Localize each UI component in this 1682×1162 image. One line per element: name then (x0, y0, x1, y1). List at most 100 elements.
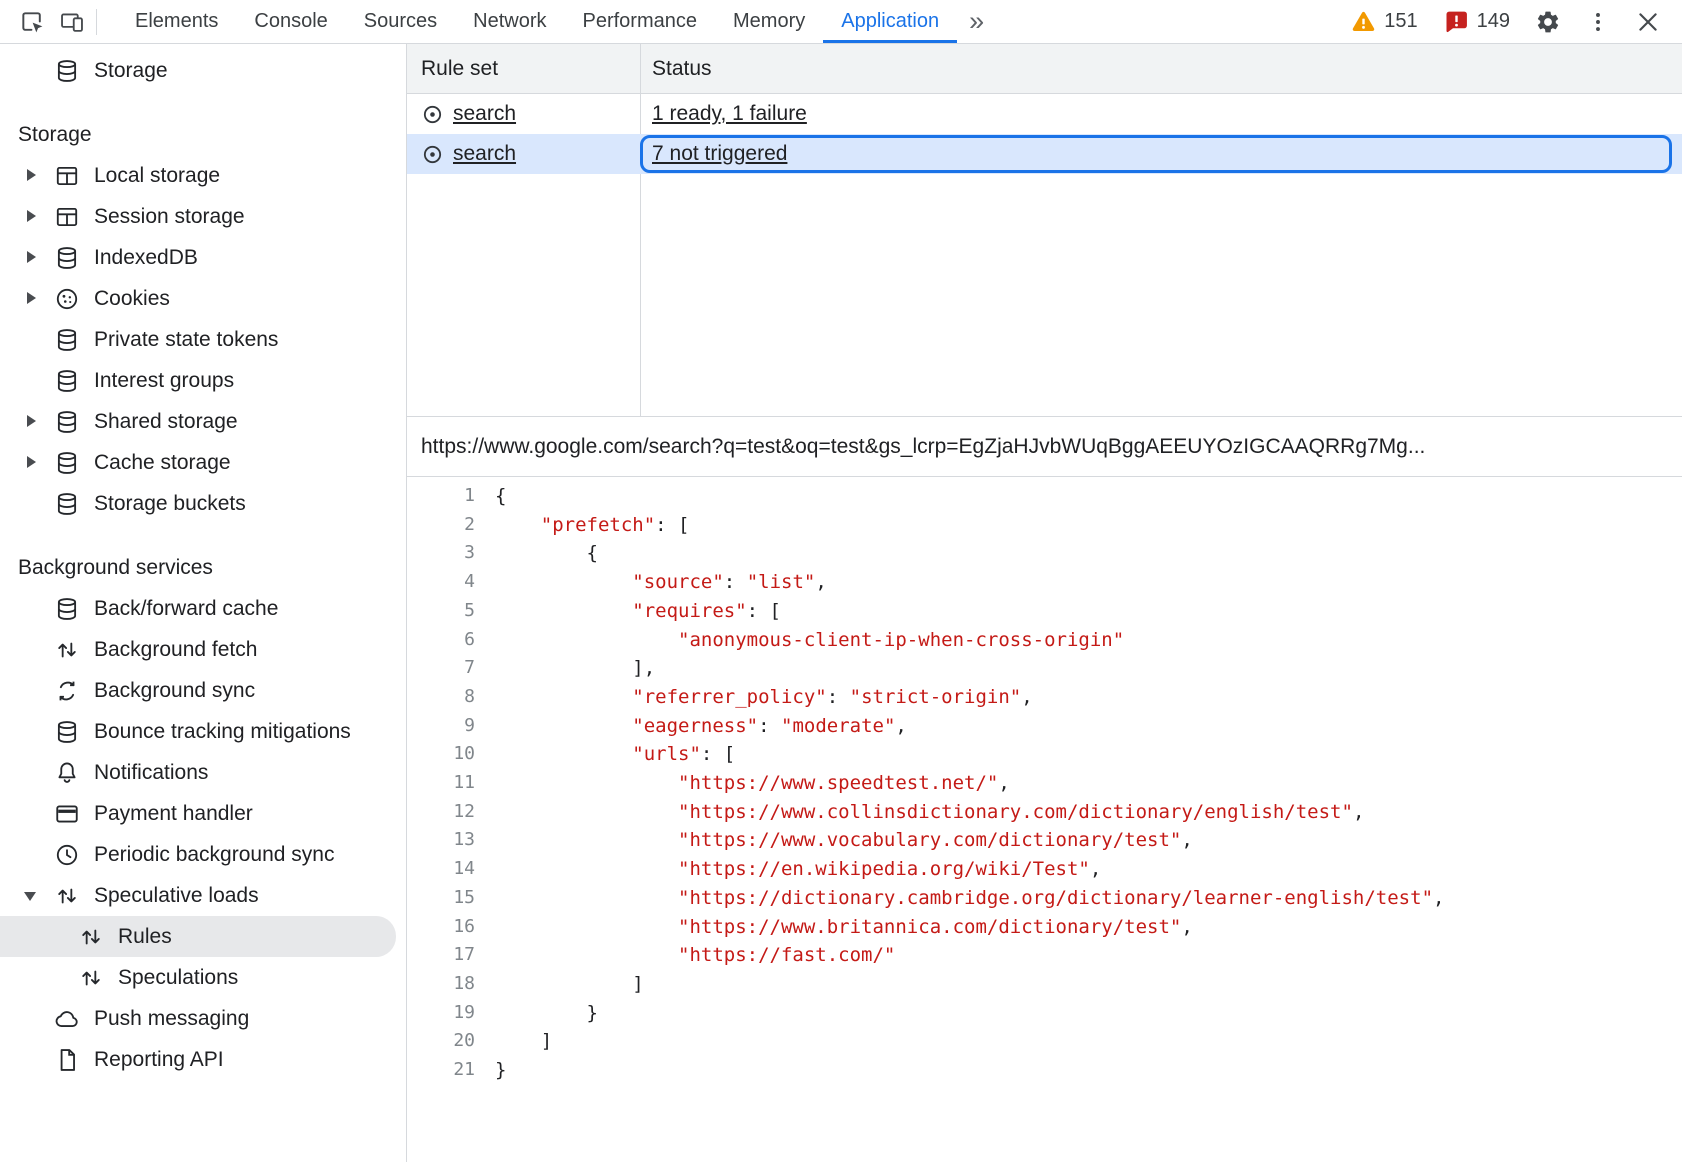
rule-set-link[interactable]: search (453, 142, 516, 166)
sidebar-item-cookies[interactable]: Cookies (0, 278, 406, 319)
line-number: 1 (407, 482, 475, 511)
status-column-header: Status (640, 44, 1682, 93)
updown-icon (54, 883, 80, 909)
rule-set-icon (421, 143, 444, 166)
sidebar-item-label: Notifications (94, 761, 208, 785)
line-number: 8 (407, 683, 475, 712)
triangle-collapsed-icon[interactable] (18, 163, 44, 189)
toolbar-separator (96, 9, 97, 35)
code-text: "anonymous-client-ip-when-cross-origin" (495, 626, 1124, 655)
expander-spacer (18, 58, 44, 84)
rule-set-link[interactable]: search (453, 102, 516, 126)
line-number: 14 (407, 855, 475, 884)
sidebar-item-label: Speculative loads (94, 884, 259, 908)
settings-button[interactable] (1528, 2, 1568, 42)
code-editor[interactable]: 1{2 "prefetch": [3 {4 "source": "list",5… (407, 477, 1682, 1162)
sidebar-item-label: Session storage (94, 205, 245, 229)
device-toolbar-button[interactable] (52, 2, 92, 42)
sidebar-item-session-storage[interactable]: Session storage (0, 196, 406, 237)
menu-button[interactable] (1578, 2, 1618, 42)
tab-sources[interactable]: Sources (346, 0, 455, 43)
sidebar-item-label: Push messaging (94, 1007, 249, 1031)
triangle-collapsed-icon[interactable] (18, 450, 44, 476)
expander-spacer (42, 965, 68, 991)
sidebar-item-label: Periodic background sync (94, 843, 334, 867)
line-number: 15 (407, 884, 475, 913)
rule-set-icon (421, 103, 444, 126)
sidebar-item-reporting-api[interactable]: Reporting API (0, 1039, 406, 1080)
sidebar-item-shared-storage[interactable]: Shared storage (0, 401, 406, 442)
rule-set-row-selected[interactable]: search 7 not triggered (407, 134, 1682, 174)
warnings-badge[interactable]: 151 (1343, 9, 1425, 34)
tab-console[interactable]: Console (236, 0, 345, 43)
sidebar-item-storage-buckets[interactable]: Storage buckets (0, 483, 406, 524)
code-line: 21} (407, 1056, 1682, 1085)
tab-performance[interactable]: Performance (565, 0, 716, 43)
code-line: 11 "https://www.speedtest.net/", (407, 769, 1682, 798)
line-number: 3 (407, 539, 475, 568)
line-number: 18 (407, 970, 475, 999)
sidebar-item-indexeddb[interactable]: IndexedDB (0, 237, 406, 278)
sidebar-item-interest-groups[interactable]: Interest groups (0, 360, 406, 401)
code-text: "referrer_policy": "strict-origin", (495, 683, 1033, 712)
line-number: 5 (407, 597, 475, 626)
sidebar-item-speculations[interactable]: Speculations (0, 957, 406, 998)
devtools-window: ElementsConsoleSourcesNetworkPerformance… (0, 0, 1682, 1162)
triangle-expanded-icon[interactable] (18, 883, 44, 909)
sidebar-item-push-messaging[interactable]: Push messaging (0, 998, 406, 1039)
more-tabs-button[interactable]: » (957, 0, 996, 43)
sidebar-item-back-forward-cache[interactable]: Back/forward cache (0, 588, 406, 629)
line-number: 11 (407, 769, 475, 798)
sidebar-item-label: Payment handler (94, 802, 253, 826)
code-line: 20 ] (407, 1027, 1682, 1056)
sidebar-item-private-state-tokens[interactable]: Private state tokens (0, 319, 406, 360)
updown-icon (78, 924, 104, 950)
line-number: 10 (407, 740, 475, 769)
expander-spacer (18, 678, 44, 704)
sidebar-item-local-storage[interactable]: Local storage (0, 155, 406, 196)
tab-elements[interactable]: Elements (117, 0, 236, 43)
sidebar-section-background-services: Background services (0, 547, 406, 588)
code-line: 5 "requires": [ (407, 597, 1682, 626)
expander-spacer (18, 1047, 44, 1073)
sidebar-item-cache-storage[interactable]: Cache storage (0, 442, 406, 483)
expander-spacer (18, 637, 44, 663)
sidebar-item-payment-handler[interactable]: Payment handler (0, 793, 406, 834)
sidebar-item-label: Back/forward cache (94, 597, 278, 621)
table-icon (54, 163, 80, 189)
tab-memory[interactable]: Memory (715, 0, 823, 43)
sidebar-item-speculative-loads[interactable]: Speculative loads (0, 875, 406, 916)
triangle-collapsed-icon[interactable] (18, 409, 44, 435)
sidebar-item-label: Cache storage (94, 451, 231, 475)
sidebar-item-bounce-tracking-mitigations[interactable]: Bounce tracking mitigations (0, 711, 406, 752)
tab-network[interactable]: Network (455, 0, 564, 43)
tab-application[interactable]: Application (823, 0, 957, 43)
sidebar-item-notifications[interactable]: Notifications (0, 752, 406, 793)
code-text: "https://www.speedtest.net/", (495, 769, 1010, 798)
close-devtools-button[interactable] (1628, 2, 1668, 42)
rule-sets-pane: Rule set Status search 1 ready, 1 failur… (407, 44, 1682, 417)
inspect-element-button[interactable] (12, 2, 52, 42)
sidebar-item-background-fetch[interactable]: Background fetch (0, 629, 406, 670)
triangle-collapsed-icon[interactable] (18, 286, 44, 312)
database-icon (54, 719, 80, 745)
status-cell-focused: 7 not triggered (640, 135, 1672, 173)
sidebar-item-label: Rules (118, 925, 172, 949)
sidebar-item-label: Cookies (94, 287, 170, 311)
code-line: 6 "anonymous-client-ip-when-cross-origin… (407, 626, 1682, 655)
sidebar-item-periodic-background-sync[interactable]: Periodic background sync (0, 834, 406, 875)
close-icon (1635, 9, 1661, 35)
inspect-icon (19, 9, 45, 35)
sidebar-item-storage[interactable]: Storage (0, 50, 406, 91)
errors-badge[interactable]: 149 (1436, 9, 1518, 34)
triangle-collapsed-icon[interactable] (18, 204, 44, 230)
triangle-collapsed-icon[interactable] (18, 245, 44, 271)
sidebar-item-label: Local storage (94, 164, 220, 188)
sidebar-item-background-sync[interactable]: Background sync (0, 670, 406, 711)
rule-set-row[interactable]: search 1 ready, 1 failure (407, 94, 1682, 134)
sidebar-item-rules[interactable]: Rules (0, 916, 396, 957)
status-link[interactable]: 7 not triggered (652, 142, 787, 166)
rule-set-source-url[interactable]: https://www.google.com/search?q=test&oq=… (407, 417, 1682, 477)
status-link[interactable]: 1 ready, 1 failure (652, 102, 807, 126)
code-line: 12 "https://www.collinsdictionary.com/di… (407, 798, 1682, 827)
